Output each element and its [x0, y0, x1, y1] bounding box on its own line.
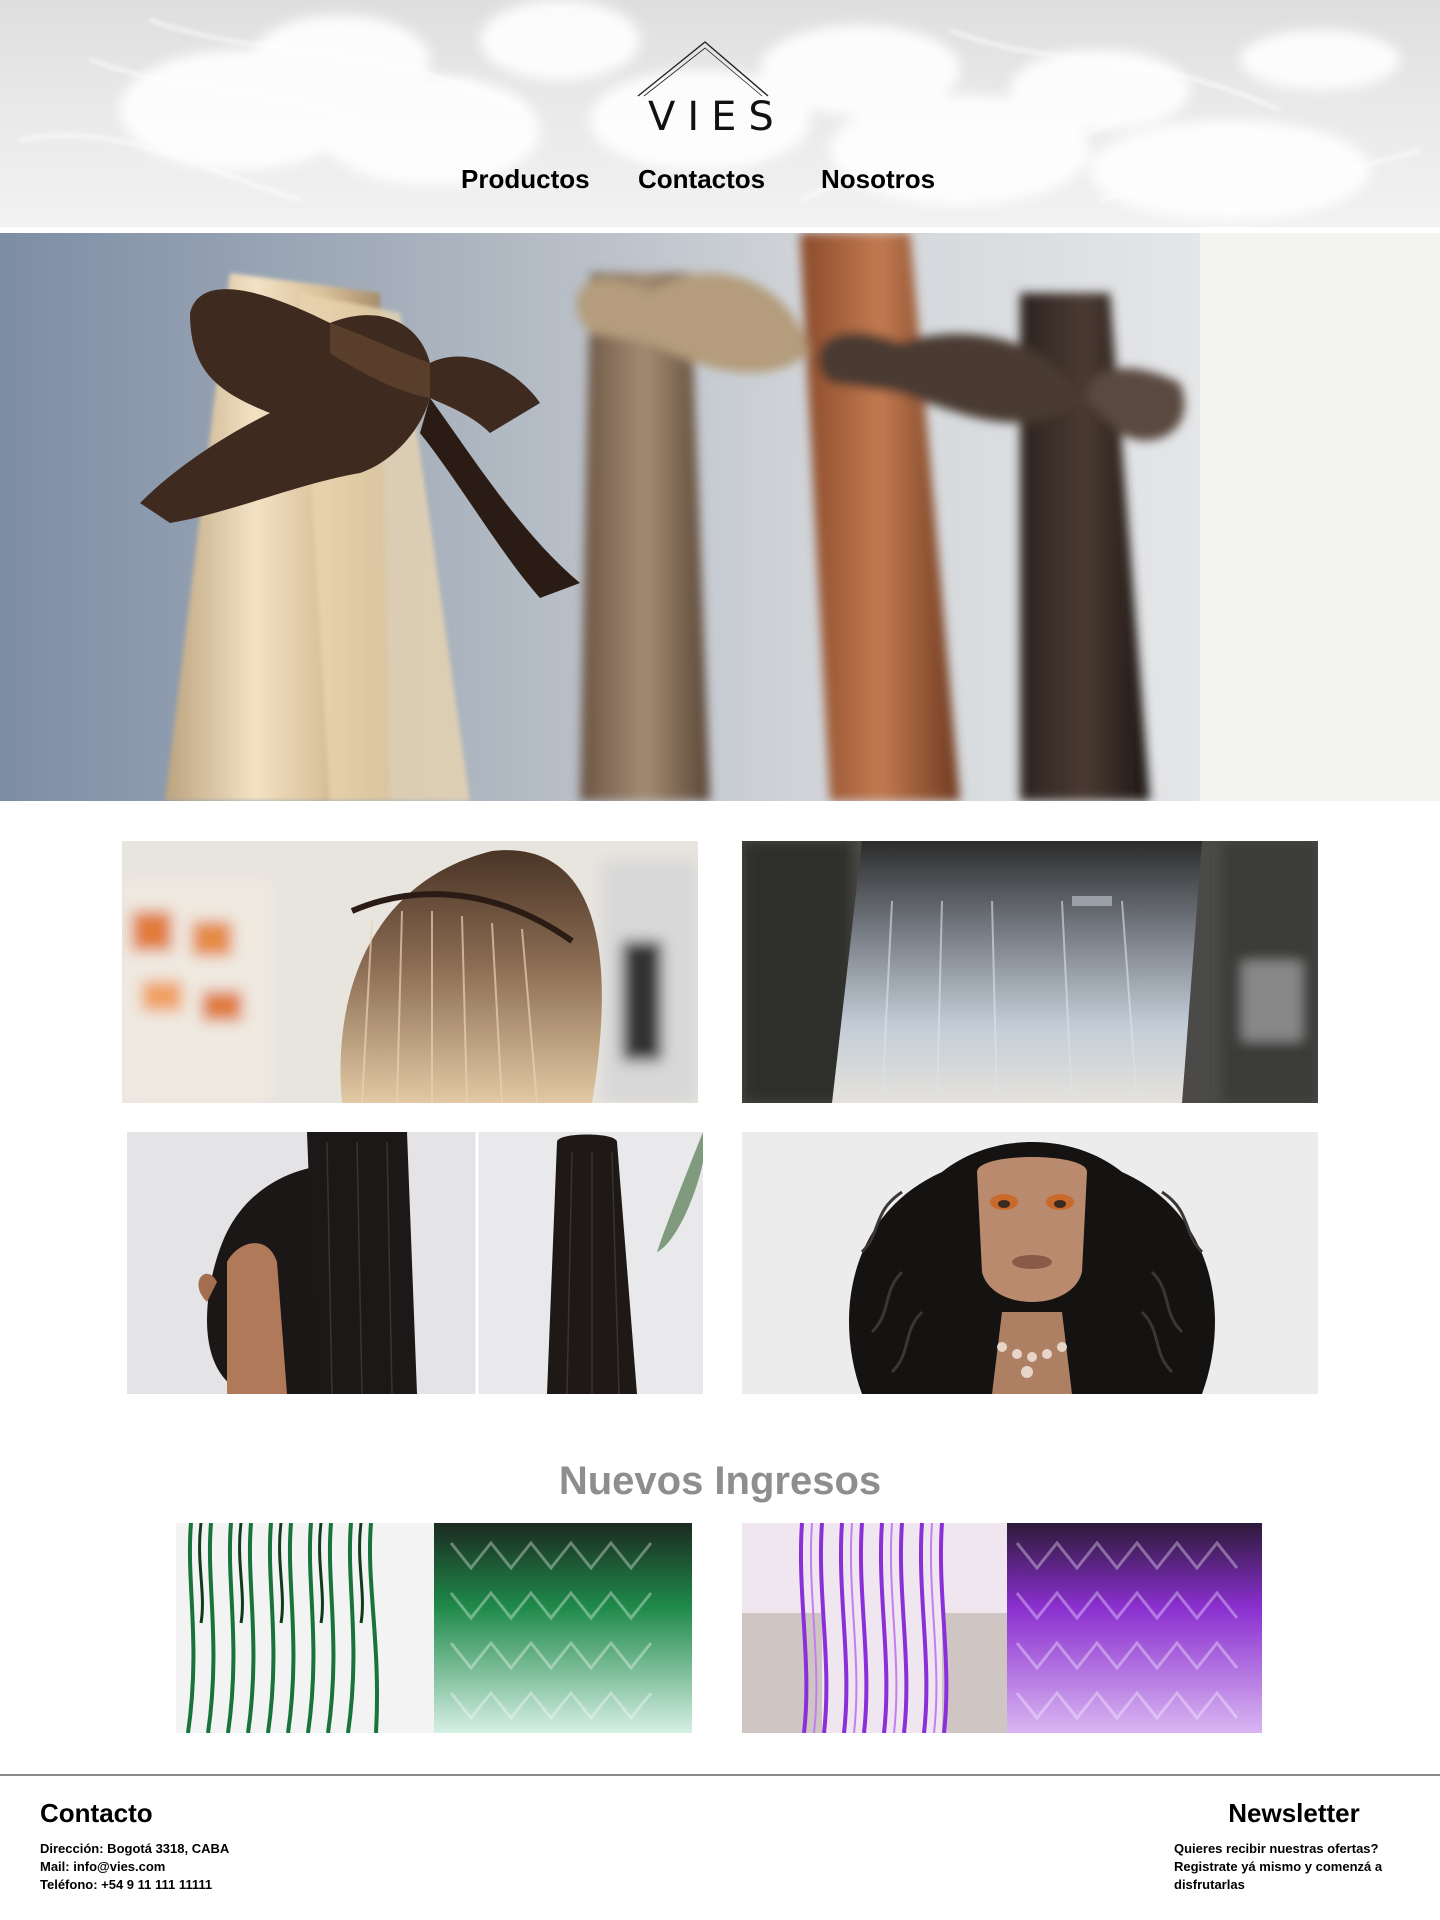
- site-header: VIES Productos Contactos Nosotros: [0, 0, 1440, 227]
- nav-link-productos[interactable]: Productos: [461, 164, 590, 195]
- new-arrivals-title: Nuevos Ingresos: [558, 1459, 882, 1504]
- footer-mail[interactable]: Mail: info@vies.com: [40, 1858, 440, 1876]
- footer-address: Dirección: Bogotá 3318, CABA: [40, 1841, 230, 1856]
- new-arrival-image-green-braids[interactable]: [176, 1523, 692, 1733]
- footer-contact: Contacto Dirección: Bogotá 3318, CABA Ma…: [40, 1796, 440, 1894]
- nav-link-nosotros[interactable]: Nosotros: [821, 164, 935, 195]
- gallery-image-keratin-extensions[interactable]: [122, 841, 698, 1103]
- roof-icon: [637, 41, 769, 97]
- footer-newsletter-title: Newsletter: [1228, 1798, 1360, 1828]
- gallery-image-tape-extensions[interactable]: [742, 841, 1318, 1103]
- hero-image: [0, 233, 1440, 801]
- footer-phone[interactable]: Teléfono: +54 9 11 111 11111: [40, 1876, 440, 1894]
- newsletter-text-line: Quieres recibir nuestras ofertas?: [1174, 1841, 1379, 1856]
- newsletter-text-line: Registrate yá mismo y comenzá a: [1174, 1859, 1383, 1874]
- new-arrival-image-purple-braids[interactable]: [742, 1523, 1262, 1733]
- main-nav: Productos Contactos Nosotros: [0, 164, 1440, 204]
- brand-name: VIES: [648, 94, 786, 140]
- brand-logo[interactable]: VIES: [636, 40, 786, 140]
- footer-newsletter: Newsletter Quieres recibir nuestras ofer…: [1174, 1796, 1414, 1894]
- newsletter-text-line: disfrutarlas: [1174, 1877, 1245, 1892]
- footer-divider: [0, 1774, 1440, 1776]
- gallery-image-ponytail[interactable]: [127, 1132, 703, 1394]
- footer-contact-title: Contacto: [40, 1798, 153, 1828]
- nav-link-contactos[interactable]: Contactos: [638, 164, 765, 195]
- gallery-image-wig-mannequin[interactable]: [742, 1132, 1318, 1394]
